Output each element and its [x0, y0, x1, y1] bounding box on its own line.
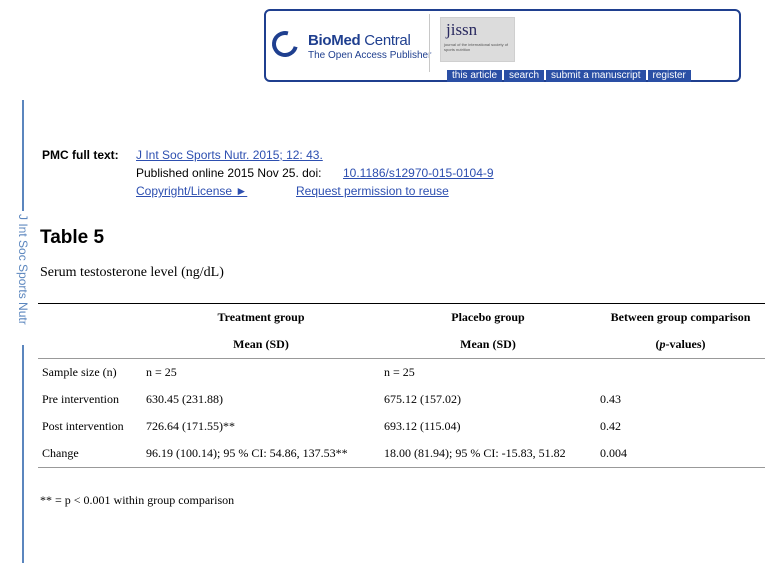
table-cell: Post intervention	[42, 419, 124, 433]
table-cell: 96.19 (100.14); 95 % CI: 54.86, 137.53**	[142, 440, 380, 468]
table-cell: 675.12 (157.02)	[384, 392, 461, 406]
table-cell: 18.00 (81.94); 95 % CI: -15.83, 51.82	[380, 440, 596, 468]
table-cell: Sample size (n)	[42, 365, 117, 379]
header-cell	[38, 303, 142, 331]
jissn-logo[interactable]: jissn journal of the international socie…	[440, 17, 515, 62]
banner-divider	[429, 14, 430, 72]
table-cell: Change	[38, 440, 142, 468]
pmc-fulltext-label: PMC full text:	[42, 148, 119, 162]
table-cell: 693.12 (115.04)	[384, 419, 461, 433]
table-subheader-row: Mean (SD) Mean (SD) (p-values)	[38, 331, 765, 359]
biomed-logo-name: BioMed Central	[308, 32, 411, 49]
journal-reference-link[interactable]: J Int Soc Sports Nutr. 2015; 12: 43.	[136, 148, 323, 162]
published-online-text: Published online 2015 Nov 25. doi:	[136, 166, 322, 180]
sidebar-rule-top	[22, 100, 24, 211]
nav-search[interactable]: search	[504, 70, 545, 82]
table-title: Table 5	[40, 227, 105, 248]
table-row: Sample size (n) n = 25 n = 25	[38, 359, 765, 387]
table-cell: Pre intervention	[42, 392, 119, 406]
biomed-logo-tagline: The Open Access Publisher	[308, 50, 432, 61]
jissn-logo-subtitle: journal of the international society of …	[444, 42, 509, 52]
table-cell: 726.64 (171.55)**	[146, 419, 235, 433]
table-cell: 0.43	[600, 392, 621, 406]
subheader-cell-pvalues: (p-values)	[596, 331, 765, 359]
subheader-cell: Mean (SD)	[142, 331, 380, 359]
header-cell: Treatment group	[142, 303, 380, 331]
jissn-logo-word: jissn	[446, 20, 478, 39]
table-cell: 0.004	[596, 440, 765, 468]
table-row: Change 96.19 (100.14); 95 % CI: 54.86, 1…	[38, 440, 765, 468]
nav-submit-manuscript[interactable]: submit a manuscript	[546, 70, 646, 82]
table-cell: n = 25	[384, 365, 415, 379]
table-cell: 630.45 (231.88)	[146, 392, 223, 406]
table-cell	[596, 359, 765, 387]
header-cell: Placebo group	[380, 303, 596, 331]
data-table-container: Treatment group Placebo group Between gr…	[38, 303, 765, 468]
sidebar-rule-bottom	[22, 345, 24, 563]
header-cell: Between group comparison	[596, 303, 765, 331]
table-row: Pre intervention 630.45 (231.88) 675.12 …	[38, 386, 765, 413]
request-permission-link[interactable]: Request permission to reuse	[296, 184, 449, 198]
publisher-banner: BioMed Central The Open Access Publisher…	[264, 9, 741, 82]
testosterone-table: Treatment group Placebo group Between gr…	[38, 303, 765, 468]
table-cell: 0.42	[600, 419, 621, 433]
biomed-central-logo[interactable]: BioMed Central The Open Access Publisher	[267, 26, 432, 67]
table-cell: n = 25	[146, 365, 177, 379]
sidebar-journal-label: J Int Soc Sports Nutr	[16, 214, 30, 325]
doi-link[interactable]: 10.1186/s12970-015-0104-9	[343, 166, 494, 180]
subheader-cell	[38, 331, 142, 359]
table-row: Post intervention 726.64 (171.55)** 693.…	[38, 413, 765, 440]
subheader-cell: Mean (SD)	[380, 331, 596, 359]
copyright-license-link[interactable]: Copyright/License ►	[136, 184, 247, 198]
table-header-row: Treatment group Placebo group Between gr…	[38, 303, 765, 331]
nav-this-article[interactable]: this article	[447, 70, 503, 82]
table-caption: Serum testosterone level (ng/dL)	[40, 265, 224, 280]
biomed-logo-icon	[267, 26, 303, 62]
banner-nav: this article search submit a manuscript …	[447, 70, 691, 82]
table-footnote: ** = p < 0.001 within group comparison	[40, 493, 235, 507]
nav-register[interactable]: register	[647, 70, 691, 82]
